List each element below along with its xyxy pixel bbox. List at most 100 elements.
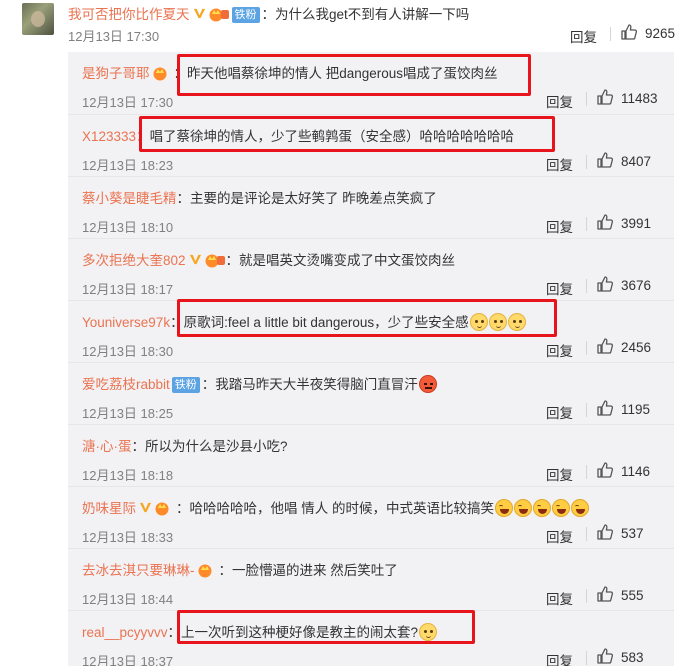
thumbs-up-icon[interactable] xyxy=(596,399,614,417)
reply-button[interactable]: 回复 xyxy=(546,588,573,608)
comment-text: 为什么我get不到有人讲解一下吗 xyxy=(275,7,470,22)
reply-date: 12月13日 18:30 xyxy=(82,344,174,359)
avatar[interactable] xyxy=(22,3,54,35)
thumbs-up-icon[interactable] xyxy=(596,151,614,169)
reply-line: 溏·心·蛋：所以为什么是沙县小吃? xyxy=(82,435,288,455)
reply-button[interactable]: 回复 xyxy=(546,402,573,422)
separator: ： xyxy=(176,501,190,516)
reply-item: 是狗子哥耶 ：昨天他唱蔡徐坤的情人 把dangerous唱成了蛋饺肉丝 12月13… xyxy=(68,52,674,114)
username[interactable]: 蔡小葵是睫毛精 xyxy=(82,191,177,206)
reply-text: 原歌词:feel a little bit dangerous，少了些安全感 xyxy=(183,315,469,330)
reply-text: 所以为什么是沙县小吃? xyxy=(145,439,288,454)
reply-text: 哈哈哈哈哈，他唱 情人 的时候，中式英语比较搞笑 xyxy=(189,501,495,516)
reply-button[interactable]: 回复 xyxy=(546,526,573,546)
divider xyxy=(610,27,611,41)
reply-button[interactable]: 回复 xyxy=(546,216,573,236)
fan-badge: 铁粉 xyxy=(171,377,200,393)
cat-emoji-icon xyxy=(469,313,488,331)
thumbs-up-icon[interactable] xyxy=(596,647,614,665)
divider xyxy=(586,92,587,106)
username[interactable]: 多次拒绝大奎802 xyxy=(82,253,186,268)
separator: ： xyxy=(218,563,233,578)
reply-line: 蔡小葵是睫毛精：主要的是评论是太好笑了 昨晚差点笑疯了 xyxy=(82,187,437,207)
username[interactable]: 去冰去淇只要琳琳- xyxy=(82,563,195,578)
laugh-emoji-icon xyxy=(552,499,571,517)
separator: ： xyxy=(170,315,184,330)
reply-text: 唱了蔡徐坤的情人，少了些鹌鹑蛋（安全感）哈哈哈哈哈哈哈 xyxy=(149,129,515,144)
reply-date: 12月13日 18:25 xyxy=(82,406,174,421)
like-count: 1195 xyxy=(621,402,651,417)
like-count: 1146 xyxy=(621,464,651,479)
reply-date: 12月13日 18:23 xyxy=(82,158,174,173)
username[interactable]: 溏·心·蛋 xyxy=(82,439,132,454)
comment-date: 12月13日 17:30 xyxy=(68,29,160,44)
username[interactable]: 奶味星际 xyxy=(82,501,136,516)
like-count: 555 xyxy=(621,588,644,603)
reply-item: real__pcyyvvv：上一次听到这种梗好像是教主的闹太套? 12月13日 … xyxy=(68,610,674,666)
thumbs-up-icon[interactable] xyxy=(596,275,614,293)
reply-button[interactable]: 回复 xyxy=(546,154,573,174)
top-comment: 我可否把你比作夏天 铁粉 ：为什么我get不到有人讲解一下吗 12月13日 17:3… xyxy=(0,0,696,46)
thumbs-up-icon[interactable] xyxy=(596,213,614,231)
verified-badge-icon xyxy=(189,254,201,265)
top-comment-line: 我可否把你比作夏天 铁粉 ：为什么我get不到有人讲解一下吗 xyxy=(68,3,469,23)
username[interactable]: X123333 xyxy=(82,129,136,144)
thumbs-up-icon[interactable] xyxy=(596,88,614,106)
verified-badge-icon xyxy=(139,502,152,513)
username[interactable]: real__pcyyvvv xyxy=(82,625,168,640)
reply-line: Youniverse97k：原歌词:feel a little bit dang… xyxy=(82,311,526,331)
angry-emoji-icon xyxy=(418,375,437,393)
like-count: 537 xyxy=(621,526,644,541)
reply-button[interactable]: 回复 xyxy=(546,650,573,666)
reply-button[interactable]: 回复 xyxy=(570,26,597,46)
divider xyxy=(586,527,587,541)
divider xyxy=(586,279,587,293)
username[interactable]: 我可否把你比作夏天 xyxy=(68,7,190,22)
fan-badge: 铁粉 xyxy=(231,7,260,23)
reply-text: 我踏马昨天大半夜笑得脑门直冒汗 xyxy=(215,377,418,392)
laugh-emoji-icon xyxy=(571,499,590,517)
thumbs-up-icon[interactable] xyxy=(620,23,638,41)
username[interactable]: Youniverse97k xyxy=(82,315,170,330)
reply-button[interactable]: 回复 xyxy=(546,278,573,298)
divider xyxy=(586,155,587,169)
like-count: 11483 xyxy=(621,91,658,106)
username[interactable]: 是狗子哥耶 xyxy=(82,66,150,81)
reply-line: 多次拒绝大奎802 ：就是唱英文烫嘴变成了中文蛋饺肉丝 xyxy=(82,249,455,269)
divider xyxy=(586,589,587,603)
member-crown-icon xyxy=(153,67,166,81)
reply-button[interactable]: 回复 xyxy=(546,91,573,111)
thumbs-up-icon[interactable] xyxy=(596,337,614,355)
username[interactable]: 爱吃荔枝rabbit xyxy=(82,377,170,392)
reply-line: 奶味星际 ：哈哈哈哈哈，他唱 情人 的时候，中式英语比较搞笑 xyxy=(82,497,590,517)
reply-list: 是狗子哥耶 ： 昨天他唱蔡徐坤的情人 把dangerous唱成了蛋饺肉丝 12月13… xyxy=(68,52,674,666)
reply-date: 12月13日 18:18 xyxy=(82,468,174,483)
reply-item: 爱吃荔枝rabbit 铁粉 ：我踏马昨天大半夜笑得脑门直冒汗 12月13日 18:2… xyxy=(68,362,674,424)
separator: ： xyxy=(261,7,276,22)
member-crown-icon xyxy=(205,254,225,268)
reply-text: 就是唱英文烫嘴变成了中文蛋饺肉丝 xyxy=(239,253,456,268)
thumbs-up-icon[interactable] xyxy=(596,585,614,603)
separator: ： xyxy=(201,377,216,392)
reply-date: 12月13日 17:30 xyxy=(82,95,174,110)
cat-emoji-icon xyxy=(488,313,507,331)
reply-text: 昨天他唱蔡徐坤的情人 把dangerous唱成了蛋饺肉丝 xyxy=(187,66,498,81)
separator: ： xyxy=(136,129,150,144)
like-count: 8407 xyxy=(621,154,652,169)
divider xyxy=(586,217,587,231)
reply-text: 一脸懵逼的进来 然后笑吐了 xyxy=(232,563,398,578)
member-crown-icon xyxy=(209,8,229,22)
laugh-emoji-icon xyxy=(533,499,552,517)
reply-button[interactable]: 回复 xyxy=(546,464,573,484)
reply-button[interactable]: 回复 xyxy=(546,340,573,360)
member-crown-icon xyxy=(155,502,169,516)
reply-item: 多次拒绝大奎802 ：就是唱英文烫嘴变成了中文蛋饺肉丝 12月13日 18:17 … xyxy=(68,238,674,300)
verified-badge-icon xyxy=(193,8,205,19)
cat-emoji-icon xyxy=(507,313,526,331)
reply-line: 去冰去淇只要琳琳- ：一脸懵逼的进来 然后笑吐了 xyxy=(82,559,398,579)
thumbs-up-icon[interactable] xyxy=(596,523,614,541)
laugh-emoji-icon xyxy=(495,499,514,517)
like-count: 9265 xyxy=(645,26,676,41)
reply-date: 12月13日 18:44 xyxy=(82,592,174,607)
thumbs-up-icon[interactable] xyxy=(596,461,614,479)
